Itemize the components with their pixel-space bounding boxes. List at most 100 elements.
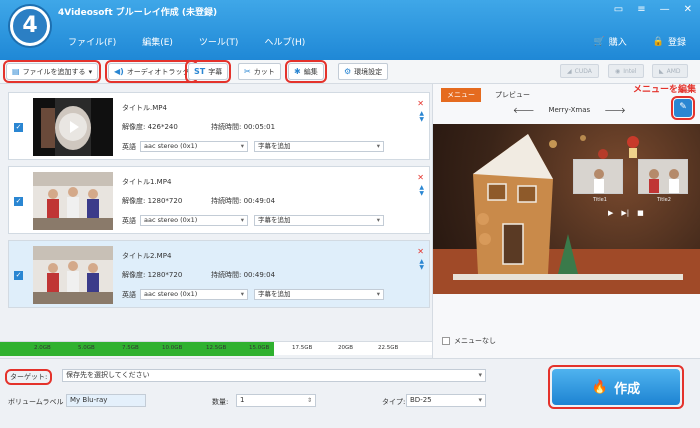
capacity-tick: 2.0GB xyxy=(34,345,51,351)
file-item-2[interactable]: ✓ タイトル1.MP4 解像度: 1280*720 持続時間: 00:49:04… xyxy=(8,166,430,234)
remove-icon[interactable]: ✕ xyxy=(417,173,424,182)
res-label: 解像度: xyxy=(122,271,146,279)
speaker-icon: ◀) xyxy=(114,67,124,76)
tab-menu[interactable]: メニュー xyxy=(441,88,481,102)
next-icon[interactable]: ▶| xyxy=(621,209,629,217)
audio-select[interactable]: aac stereo (0x1) xyxy=(140,141,248,152)
capacity-tick: 5.0GB xyxy=(78,345,95,351)
file-duration: 持続時間: 00:49:04 xyxy=(211,196,275,206)
tab-preview[interactable]: プレビュー xyxy=(489,88,536,102)
count-label: 数量: xyxy=(212,398,229,406)
settings-button[interactable]: ⚙ 環境設定 xyxy=(338,63,389,80)
no-menu-checkbox[interactable] xyxy=(442,337,450,345)
subtitle-select[interactable]: 字幕を追加 xyxy=(254,215,384,226)
thumbnail-image xyxy=(33,172,113,230)
subtitle-button[interactable]: ST 字幕 xyxy=(184,60,232,83)
accel-intel: ◉ Intel xyxy=(608,64,644,78)
remove-icon[interactable]: ✕ xyxy=(417,247,424,256)
nvidia-icon: ◢ xyxy=(567,67,572,75)
toolbar: ▤ ファイルを追加する ▾ ◀) オーディオトラック ST 字幕 ✂ カット ✱… xyxy=(0,60,700,84)
reorder-icon[interactable]: ▲ ▼ xyxy=(419,259,424,271)
gear-icon: ⚙ xyxy=(344,67,352,76)
count-stepper[interactable]: 1 xyxy=(236,394,316,407)
file-list: ✓ タイトル.MP4 解像度: 426*240 持続時間: 00:05:01 英… xyxy=(8,88,430,338)
burn-button[interactable]: 🔥 作成 xyxy=(552,369,680,405)
edit-button[interactable]: ✱ 編集 xyxy=(285,60,327,83)
minimize-icon[interactable]: — xyxy=(660,4,670,15)
reorder-icon[interactable]: ▲ ▼ xyxy=(419,185,424,197)
audio-select[interactable]: aac stereo (0x1) xyxy=(140,289,248,300)
type-select[interactable]: BD-25 xyxy=(406,394,486,407)
buy-button[interactable]: 🛒 購入 xyxy=(593,35,627,49)
menu-tools[interactable]: ツール(T) xyxy=(199,35,239,48)
dur-value: 00:05:01 xyxy=(243,123,276,131)
res-value: 426*240 xyxy=(147,123,178,131)
menu-icon[interactable]: ≡ xyxy=(637,4,645,15)
file-item-3[interactable]: ✓ タイトル2.MP4 解像度: 1280*720 持続時間: 00:49:04… xyxy=(8,240,430,308)
audio-track-button[interactable]: ◀) オーディオトラック xyxy=(104,60,199,83)
close-icon[interactable]: ✕ xyxy=(684,4,692,15)
dur-value: 00:49:04 xyxy=(243,197,276,205)
add-file-button[interactable]: ▤ ファイルを追加する ▾ xyxy=(2,60,102,83)
no-menu-label: メニューなし xyxy=(454,337,496,345)
subtitle-select[interactable]: 字幕を追加 xyxy=(254,141,384,152)
lock-icon: 🔒 xyxy=(652,36,664,47)
arrow-right-icon[interactable]: 🡒 xyxy=(604,105,625,115)
dur-value: 00:49:04 xyxy=(243,271,276,279)
arrow-left-icon[interactable]: 🡐 xyxy=(513,105,534,115)
menu-file[interactable]: ファイル(F) xyxy=(68,35,116,48)
target-select[interactable]: 保存先を選択してください xyxy=(62,369,486,382)
capacity-tick: 12.5GB xyxy=(206,345,227,351)
subtitle-select[interactable]: 字幕を追加 xyxy=(254,289,384,300)
play-icon[interactable] xyxy=(59,113,87,141)
capacity-tick: 22.5GB xyxy=(378,345,399,351)
accel-cuda-label: CUDA xyxy=(574,67,592,75)
remove-icon[interactable]: ✕ xyxy=(417,99,424,108)
file-item-1[interactable]: ✓ タイトル.MP4 解像度: 426*240 持続時間: 00:05:01 英… xyxy=(8,92,430,160)
volume-input[interactable]: My Blu-ray xyxy=(66,394,146,407)
file-resolution: 解像度: 426*240 xyxy=(122,122,178,132)
audio-select[interactable]: aac stereo (0x1) xyxy=(140,215,248,226)
audio-lang: 英語 xyxy=(122,217,136,225)
file-checkbox[interactable]: ✓ xyxy=(14,197,23,206)
menu-help[interactable]: ヘルプ(H) xyxy=(264,35,305,48)
template-name: Merry-Xmas xyxy=(548,106,591,114)
file-checkbox[interactable]: ✓ xyxy=(14,123,23,132)
menu-thumb-1[interactable] xyxy=(573,159,623,194)
file-checkbox[interactable]: ✓ xyxy=(14,271,23,280)
file-name: タイトル2.MP4 xyxy=(122,252,172,260)
app-title: 4Videosoft ブルーレイ作成 (未登録) xyxy=(58,8,218,18)
no-menu-option[interactable]: メニューなし xyxy=(442,336,496,346)
cart-icon: 🛒 xyxy=(593,36,605,47)
audio-lang: 英語 xyxy=(122,143,136,151)
menu-thumb-1-label: Title1 xyxy=(593,197,607,203)
stop-icon[interactable]: ■ xyxy=(637,209,644,217)
file-resolution: 解像度: 1280*720 xyxy=(122,196,182,206)
chat-icon[interactable]: ▭ xyxy=(614,4,623,15)
file-duration: 持続時間: 00:05:01 xyxy=(211,122,275,132)
register-button[interactable]: 🔒 登録 xyxy=(652,35,686,49)
menu-thumb-2[interactable] xyxy=(638,159,688,194)
file-thumbnail[interactable] xyxy=(33,172,113,230)
edit-menu-icon[interactable]: ✎ xyxy=(671,96,695,120)
cut-button[interactable]: ✂ カット xyxy=(238,63,281,80)
accel-amd-label: AMD xyxy=(666,67,681,75)
file-thumbnail[interactable] xyxy=(33,98,113,156)
reorder-icon[interactable]: ▲ ▼ xyxy=(419,111,424,123)
burn-label: 作成 xyxy=(614,381,641,397)
capacity-tick: 10.0GB xyxy=(162,345,183,351)
dur-label: 持続時間: xyxy=(211,123,242,131)
audio-track-label: オーディオトラック xyxy=(126,67,190,76)
account-area: 🛒 購入 🔒 登録 xyxy=(593,35,686,49)
add-file-label: ファイルを追加する xyxy=(22,67,86,76)
window-controls: ▭ ≡ — ✕ xyxy=(614,4,692,15)
template-nav: 🡐 Merry-Xmas 🡒 xyxy=(513,105,626,115)
file-thumbnail[interactable] xyxy=(33,246,113,304)
capacity-bar: 2.0GB 5.0GB 7.5GB 10.0GB 12.5GB 15.0GB 1… xyxy=(0,341,432,356)
preview-panel: メニュー プレビュー メニューを編集 🡐 Merry-Xmas 🡒 ✎ Titl… xyxy=(432,84,700,360)
menu-edit[interactable]: 編集(E) xyxy=(142,35,173,48)
audio-lang: 英語 xyxy=(122,291,136,299)
dur-label: 持続時間: xyxy=(211,271,242,279)
thumbnail-image xyxy=(33,246,113,304)
play-icon[interactable]: ▶ xyxy=(608,209,613,217)
